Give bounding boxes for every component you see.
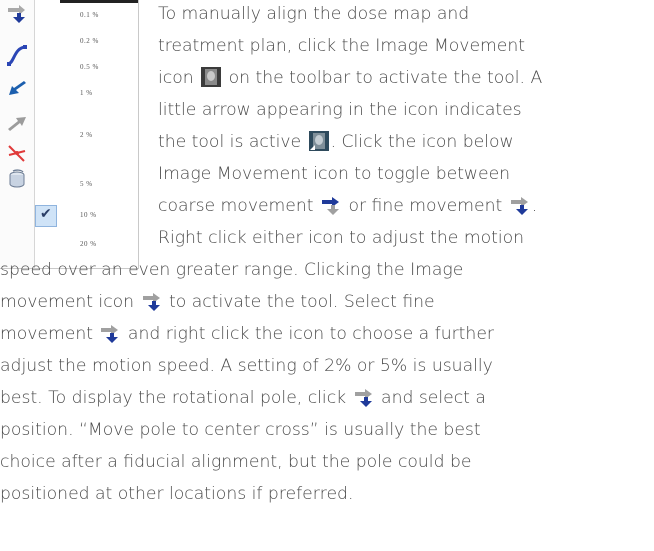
speed-option-0-5[interactable]: 0.5 %	[80, 63, 99, 71]
body-line-16: positioned at other locations if preferr…	[0, 484, 354, 504]
speed-option-0-2[interactable]: 0.2 %	[80, 37, 99, 45]
image-movement-icon	[201, 67, 222, 87]
body-line-10: movement icon to activate the tool. Sele…	[0, 292, 435, 312]
body-line-14: position. “Move pole to center cross” is…	[0, 420, 481, 440]
body-line-8: Right click either icon to adjust the mo…	[158, 228, 525, 248]
speed-option-10[interactable]: 10 %	[80, 211, 97, 219]
curve-tool-icon[interactable]	[6, 44, 28, 66]
gray-arrow-icon[interactable]	[6, 112, 28, 134]
body-line-5: the tool is active . Click the icon belo…	[158, 131, 514, 152]
image-movement-active-icon	[308, 131, 329, 151]
rotate-cylinder-icon[interactable]	[6, 168, 28, 190]
speed-option-5[interactable]: 5 %	[80, 180, 93, 188]
speed-option-0-1[interactable]: 0.1 %	[80, 11, 99, 19]
body-line-11: movement and right click the icon to cho…	[0, 324, 494, 344]
body-line-15: choice after a fiducial alignment, but t…	[0, 452, 472, 472]
menu-check-column	[34, 0, 58, 268]
pan-arrow-icon[interactable]	[6, 78, 28, 100]
speed-option-20[interactable]: 20 %	[80, 240, 97, 248]
body-line-13: best. To display the rotational pole, cl…	[0, 388, 486, 408]
toolbar-icon-column	[0, 0, 35, 268]
fine-movement-icon	[354, 389, 372, 407]
body-line-7: coarse movement or fine movement .	[158, 196, 538, 216]
body-line-1: To manually align the dose map and	[158, 4, 470, 24]
body-line-3: icon on the toolbar to activate the tool…	[158, 67, 543, 88]
body-line-12: adjust the motion speed. A setting of 2%…	[0, 356, 493, 376]
fine-movement-icon[interactable]	[6, 2, 28, 24]
image-movement-fine-icon	[142, 293, 160, 311]
fine-movement-icon	[101, 325, 119, 343]
fine-movement-icon	[510, 197, 528, 215]
body-line-4: little arrow appearing in the icon indic…	[158, 100, 522, 120]
speed-option-1[interactable]: 1 %	[80, 89, 93, 97]
body-line-9: speed over an even greater range. Clicki…	[0, 260, 464, 280]
coarse-movement-icon	[321, 197, 339, 215]
body-line-2: treatment plan, click the Image Movement	[158, 36, 525, 56]
motion-speed-menu-screenshot: ✔ 0.1 % 0.2 % 0.5 % 1 % 2 % 5 % 10 % 20 …	[0, 0, 139, 269]
checkmark-icon: ✔	[40, 206, 52, 222]
pole-tool-icon[interactable]	[6, 142, 28, 164]
speed-option-2[interactable]: 2 %	[80, 131, 93, 139]
body-line-6: Image Movement icon to toggle between	[158, 164, 511, 184]
